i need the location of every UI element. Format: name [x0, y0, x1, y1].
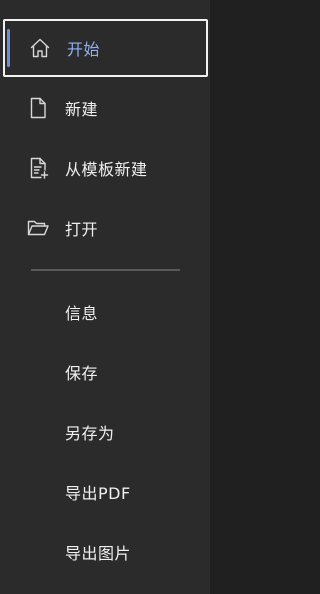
nav-item-home[interactable]: 开始 [3, 19, 208, 77]
menu-item-export-pdf[interactable]: 导出PDF [0, 470, 210, 514]
active-indicator [7, 29, 10, 67]
menu-item-save-as[interactable]: 另存为 [0, 410, 210, 454]
nav-item-new[interactable]: 新建 [0, 82, 210, 134]
menu-item-label: 导出图片 [65, 544, 132, 563]
nav-item-open[interactable]: 打开 [0, 202, 210, 254]
backstage-nav-panel: 开始 新建 从模板新建 打开 信息 保存 另存为 导出PDF 导出图片 [0, 0, 210, 594]
content-backdrop [210, 0, 241, 594]
new-document-icon [30, 97, 46, 119]
menu-item-info[interactable]: 信息 [0, 290, 210, 334]
divider [31, 269, 180, 271]
open-folder-icon [27, 220, 49, 236]
nav-item-label: 从模板新建 [65, 160, 148, 179]
menu-item-label: 导出PDF [65, 484, 131, 503]
home-icon [30, 38, 50, 58]
new-from-template-icon [30, 157, 49, 179]
menu-item-label: 另存为 [65, 424, 115, 443]
nav-item-label: 打开 [65, 220, 99, 239]
menu-item-label: 信息 [65, 304, 99, 323]
menu-item-label: 保存 [65, 364, 99, 383]
menu-item-save[interactable]: 保存 [0, 350, 210, 394]
menu-item-export-image[interactable]: 导出图片 [0, 530, 210, 574]
nav-item-label: 开始 [67, 40, 101, 59]
nav-item-label: 新建 [65, 100, 99, 119]
nav-item-new-from-template[interactable]: 从模板新建 [0, 142, 210, 194]
